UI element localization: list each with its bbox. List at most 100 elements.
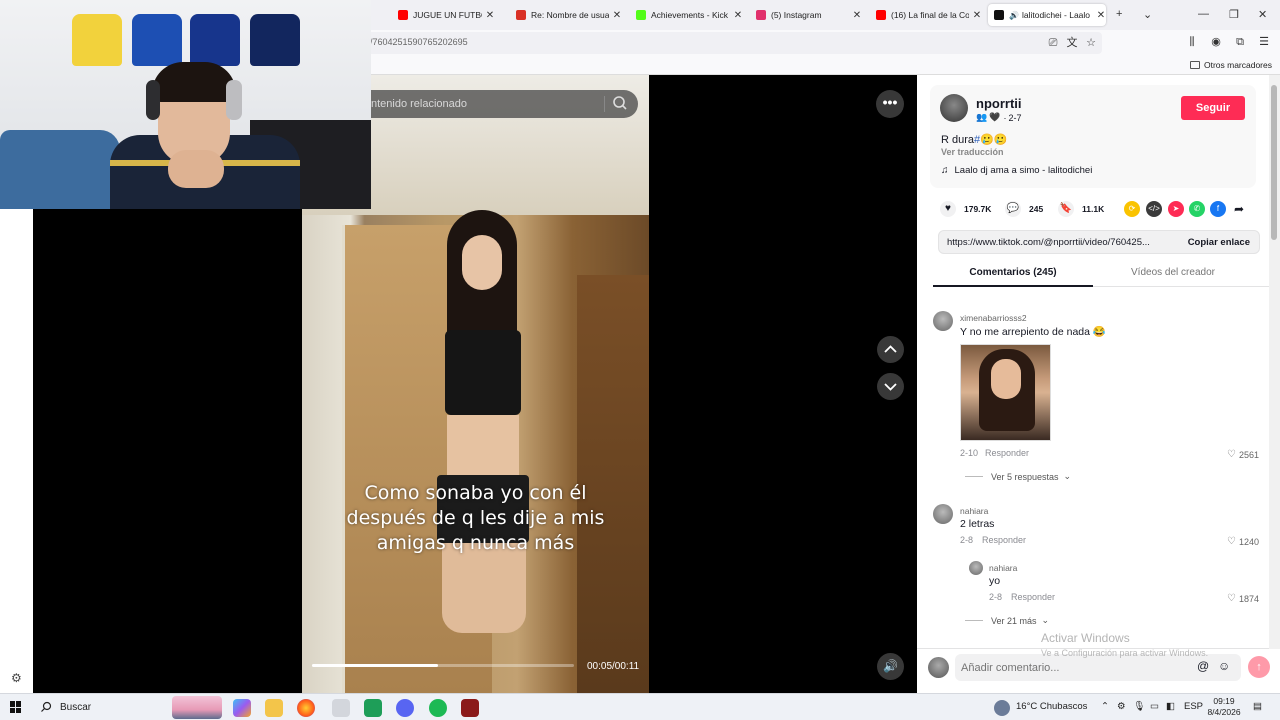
repost-icon[interactable]: ⟳ [1124, 201, 1140, 217]
gear-icon[interactable]: ⚙ [11, 672, 23, 684]
address-bar[interactable]: /7604251590765202695 ⎚ 文 ☆ [360, 32, 1102, 54]
library-icon[interactable]: ⫼ [1185, 35, 1199, 49]
close-window-icon[interactable]: ✕ [1258, 8, 1267, 21]
mention-icon[interactable]: @ [1197, 659, 1209, 673]
windows-start-icon[interactable] [10, 701, 22, 713]
microphone-icon[interactable]: 🎙 [1133, 701, 1145, 712]
share-arrow-icon[interactable]: ➦ [1231, 201, 1247, 217]
tray-app-icon[interactable]: ▭ [1150, 701, 1159, 712]
tab-comments[interactable]: Comentarios (245) [933, 267, 1093, 278]
weather-icon[interactable] [994, 700, 1010, 716]
music-link[interactable]: ♫ Laalo dj ama a simo - lalitodichei [941, 165, 1092, 176]
widgets-icon[interactable] [172, 696, 222, 719]
see-translation[interactable]: Ver traducción [941, 147, 1004, 157]
browser-tab[interactable]: Achievements - Kick D ✕ [630, 4, 743, 26]
like-button[interactable]: ♥ 179.7K [940, 201, 991, 217]
avatar[interactable] [933, 311, 953, 331]
app-icon[interactable] [332, 699, 350, 717]
close-tab-icon[interactable]: ✕ [733, 10, 743, 21]
follow-button[interactable]: Seguir [1181, 96, 1245, 120]
close-tab-icon[interactable]: ✕ [972, 10, 982, 21]
avatar[interactable] [940, 94, 968, 122]
close-tab-icon[interactable]: ✕ [1096, 10, 1106, 21]
app-icon[interactable] [461, 699, 479, 717]
tab-list-icon[interactable]: ⌄ [1143, 8, 1152, 21]
emoji-icon[interactable]: ☺ [1218, 659, 1230, 673]
tray-app-icon[interactable]: ◧ [1166, 701, 1175, 712]
browser-tab[interactable]: (16) La final de la Copa ✕ [870, 4, 982, 26]
reply-button[interactable]: Responder [985, 448, 1029, 458]
post-comment-button[interactable]: ↑ [1248, 656, 1270, 678]
notification-icon[interactable]: ▤ [1253, 701, 1262, 712]
related-search[interactable]: ntenido relacionado [353, 90, 638, 118]
other-bookmarks[interactable]: Otros marcadores [1189, 60, 1272, 70]
music-title[interactable]: Laalo dj ama a simo - lalitodichei [955, 165, 1093, 176]
browser-tab-active[interactable]: 🔊 lalitodichei - Laalo ✕ [988, 4, 1106, 26]
avatar[interactable] [969, 561, 983, 575]
copy-link-button[interactable]: Copiar enlace [1188, 237, 1250, 248]
new-tab-icon[interactable]: + [1116, 8, 1122, 20]
speaker-icon[interactable]: 🔊 [1009, 11, 1019, 20]
translate-icon[interactable]: 文 [1065, 36, 1079, 50]
people-icon: 👥 [976, 112, 988, 122]
view-replies[interactable]: Ver 5 respuestas ⌄ [965, 471, 1071, 482]
comment-like-count: 2561 [1238, 449, 1259, 460]
video-url[interactable]: https://www.tiktok.com/@nporrtii/video/7… [947, 237, 1165, 248]
reply-button[interactable]: Responder [1011, 592, 1055, 602]
browser-tab[interactable]: Re: Nombre de usuario ✕ [510, 4, 622, 26]
reply-button[interactable]: Responder [982, 535, 1026, 545]
account-icon[interactable]: ◉ [1209, 35, 1223, 49]
comment-button[interactable]: 💬 245 [1005, 201, 1043, 217]
instagram-icon [756, 10, 766, 20]
spotify-icon[interactable] [429, 699, 447, 717]
extensions-icon[interactable]: ⧉ [1233, 35, 1247, 49]
volume-button[interactable]: 🔊 [877, 653, 904, 680]
taskbar-search[interactable]: Buscar [40, 701, 91, 713]
video-progress[interactable] [312, 664, 574, 667]
page-scrollbar[interactable] [1269, 75, 1280, 649]
scroll-thumb[interactable] [1271, 85, 1277, 240]
tab-creator-videos[interactable]: Vídeos del creador [1093, 267, 1253, 278]
save-button[interactable]: 🔖 11.1K [1058, 201, 1104, 217]
app-icon[interactable] [364, 699, 382, 717]
comment-like[interactable]: ♡ 2561 [1227, 449, 1259, 460]
avatar[interactable] [933, 504, 953, 524]
close-tab-icon[interactable]: ✕ [485, 10, 495, 21]
minimize-icon[interactable]: — [1198, 8, 1209, 20]
send-icon[interactable]: ➤ [1168, 201, 1184, 217]
tray-app-icon[interactable]: ⚙ [1117, 701, 1126, 712]
search-icon[interactable] [612, 95, 628, 111]
close-tab-icon[interactable]: ✕ [612, 10, 622, 21]
browser-tab[interactable]: (5) Instagram ✕ [750, 4, 862, 26]
close-tab-icon[interactable]: ✕ [852, 10, 862, 21]
copilot-icon[interactable] [233, 699, 251, 717]
comment-gif[interactable] [960, 344, 1051, 441]
view-more-replies[interactable]: Ver 21 más ⌄ [965, 615, 1049, 626]
taskbar-clock[interactable]: 09:19 8/4/2026 [1204, 696, 1244, 718]
firefox-icon[interactable] [297, 699, 315, 717]
maximize-icon[interactable]: ❐ [1229, 8, 1239, 21]
next-video-button[interactable] [877, 373, 904, 400]
more-options-icon[interactable]: ••• [876, 90, 904, 118]
file-explorer-icon[interactable] [265, 699, 283, 717]
comment-username[interactable]: nahiara [960, 506, 988, 516]
whatsapp-icon[interactable]: ✆ [1189, 201, 1205, 217]
previous-video-button[interactable] [877, 336, 904, 363]
comment-date: 2-8 [960, 535, 974, 545]
facebook-icon[interactable]: f [1210, 201, 1226, 217]
chevron-up-icon[interactable]: ⌃ [1101, 701, 1109, 712]
language-indicator[interactable]: ESP [1184, 701, 1203, 712]
reply-username[interactable]: nahiara [989, 563, 1017, 573]
embed-icon[interactable]: </> [1146, 201, 1162, 217]
comment-like[interactable]: ♡ 1874 [1227, 593, 1259, 604]
comment-username[interactable]: ximenabarriosss2 [960, 313, 1027, 323]
author-username[interactable]: nporrtii [976, 96, 1022, 111]
browser-tab[interactable]: JUGUE UN FUTBOL MI ✕ [392, 4, 495, 26]
action-bar: ♥ 179.7K 💬 245 🔖 11.1K ⟳ </> ➤ ✆ f ➦ [930, 195, 1260, 223]
weather-text[interactable]: 16°C Chubascos [1016, 701, 1087, 712]
bookmark-star-icon[interactable]: ☆ [1084, 36, 1098, 50]
screenshot-icon[interactable]: ⎚ [1046, 36, 1060, 50]
discord-icon[interactable] [396, 699, 414, 717]
menu-icon[interactable]: ☰ [1257, 35, 1271, 49]
comment-like[interactable]: ♡ 1240 [1227, 536, 1259, 547]
